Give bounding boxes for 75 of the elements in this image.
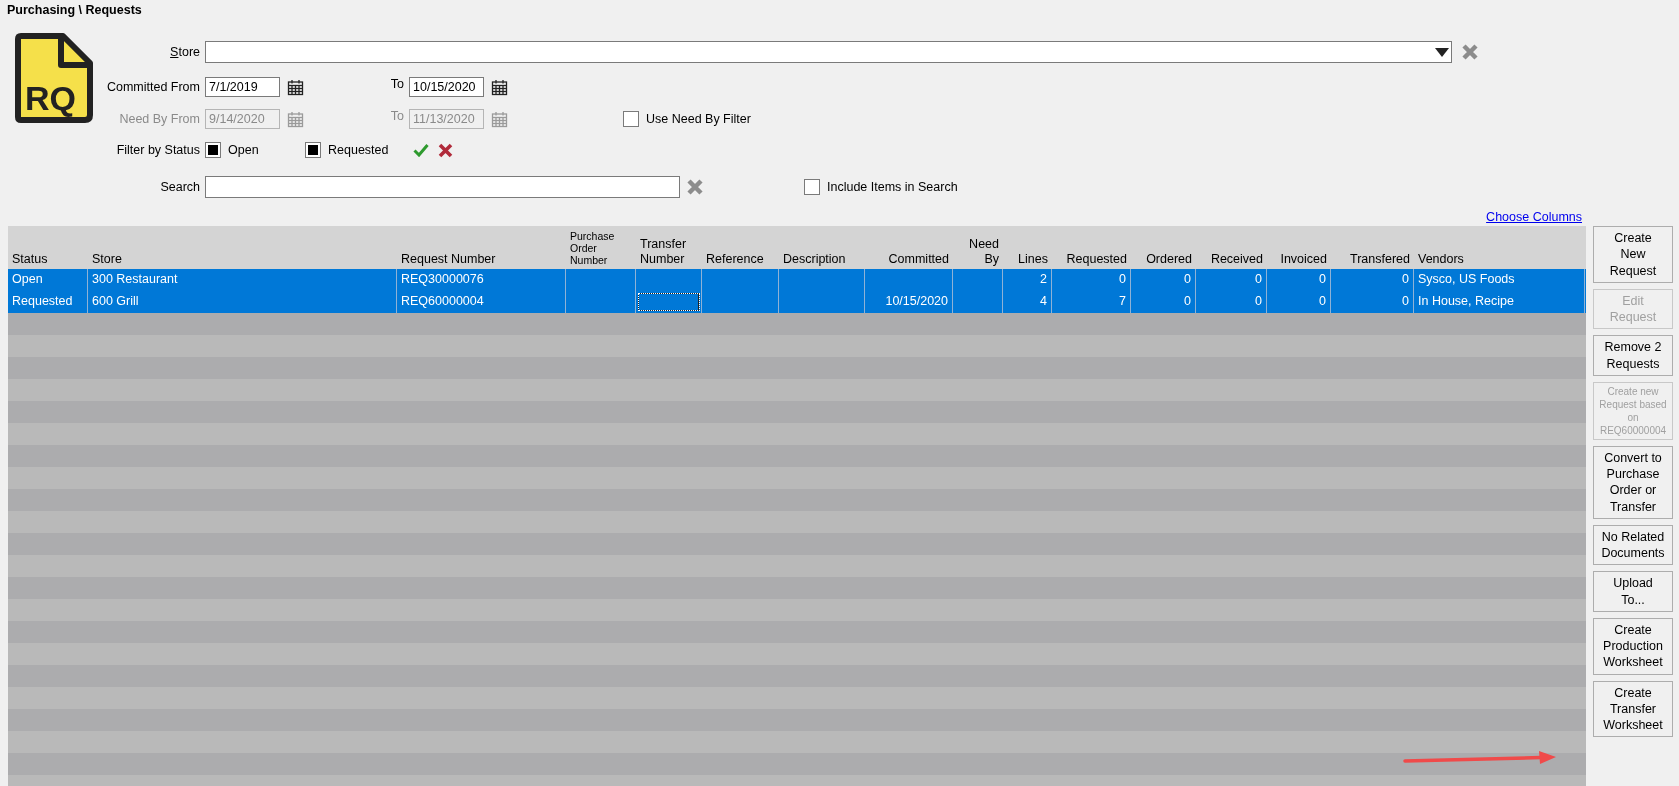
date-label: Committed From — [105, 80, 201, 94]
table-cell: In House, Recipe — [1418, 294, 1514, 308]
column-header[interactable]: Committed — [865, 226, 953, 269]
column-header[interactable]: Purchase Order Number — [566, 226, 636, 269]
table-cell: 0 — [1184, 272, 1191, 286]
checkbox[interactable] — [804, 179, 820, 195]
column-header[interactable]: Need By — [953, 226, 1003, 269]
table-cell: 2 — [1040, 272, 1047, 286]
column-header[interactable]: Lines — [1003, 226, 1052, 269]
table-cell: 4 — [1040, 294, 1047, 308]
table-cell: 0 — [1402, 272, 1409, 286]
action-button[interactable]: Convert to Purchase Order or Transfer — [1593, 445, 1673, 519]
clear-icon[interactable] — [1461, 43, 1479, 61]
column-header[interactable]: Reference — [702, 226, 779, 269]
column-header[interactable]: Vendors — [1414, 226, 1585, 269]
action-button[interactable]: Create New Request — [1593, 226, 1673, 283]
table-cell: 0 — [1319, 294, 1326, 308]
table-cell: 7 — [1119, 294, 1126, 308]
date-field[interactable]: 10/15/2020 — [409, 77, 484, 97]
search-label: Search — [159, 180, 201, 194]
table-cell: Sysco, US Foods — [1418, 272, 1515, 286]
date-field[interactable]: 7/1/2019 — [205, 77, 280, 97]
checkbox-label: Open — [228, 143, 259, 157]
date-label: To — [389, 108, 405, 123]
table-cell: REQ30000076 — [401, 272, 484, 286]
checkbox-label: Use Need By Filter — [646, 112, 751, 126]
column-header[interactable]: Transfer Number — [636, 226, 702, 269]
table-cell: REQ60000004 — [401, 294, 484, 308]
column-header[interactable]: Requested — [1052, 226, 1131, 269]
table-cell: Requested — [12, 294, 73, 308]
clear-icon[interactable] — [686, 178, 704, 196]
action-button[interactable]: No Related Documents — [1593, 524, 1673, 566]
action-button[interactable]: Create Production Worksheet — [1593, 617, 1673, 675]
calendar-icon[interactable] — [287, 78, 304, 96]
checkbox-label: Requested — [328, 143, 389, 157]
date-label: To — [389, 76, 405, 91]
table-cell: 300 Restaurant — [92, 272, 178, 286]
column-header[interactable]: Received — [1196, 226, 1267, 269]
table-cell: 600 Grill — [92, 294, 139, 308]
calendar-icon[interactable] — [491, 78, 508, 96]
checkbox-label: Include Items in Search — [827, 180, 958, 194]
checkbox[interactable] — [305, 142, 321, 158]
table-cell: 0 — [1184, 294, 1191, 308]
column-header[interactable]: Invoiced — [1267, 226, 1331, 269]
checkbox[interactable] — [205, 142, 221, 158]
document-icon: RQ — [15, 33, 93, 123]
date-label: Need By From — [118, 112, 201, 126]
store-label: Store — [169, 45, 201, 59]
checkmark-icon[interactable] — [413, 143, 429, 157]
column-header[interactable]: Request Number — [397, 226, 566, 269]
column-header[interactable]: Ordered — [1131, 226, 1196, 269]
checkbox[interactable] — [623, 111, 639, 127]
close-icon[interactable] — [438, 142, 453, 158]
search-field[interactable] — [205, 176, 680, 198]
choose-columns-link[interactable]: Choose Columns — [1486, 209, 1582, 224]
table-cell: 10/15/2020 — [885, 294, 948, 308]
page-title: Purchasing \ Requests — [6, 2, 143, 19]
table-row[interactable]: Open 300 Restaurant REQ30000076 2 0 0 0 0 0 Sysco, US Foods — [8, 269, 1586, 291]
store-dropdown[interactable] — [205, 41, 1452, 63]
column-header[interactable]: Store — [88, 226, 397, 269]
table-cell: 0 — [1255, 294, 1262, 308]
action-button[interactable]: Create Transfer Worksheet — [1593, 680, 1673, 738]
column-header[interactable]: Transfered — [1331, 226, 1414, 269]
action-button[interactable]: Upload To... — [1593, 571, 1673, 612]
action-button[interactable]: Remove 2 Requests — [1593, 335, 1673, 376]
table-cell: Open — [12, 272, 43, 286]
table-cell: 0 — [1319, 272, 1326, 286]
table-cell: 0 — [1402, 294, 1409, 308]
column-header[interactable]: Status — [8, 226, 88, 269]
table-cell: 0 — [1255, 272, 1262, 286]
column-header[interactable]: Description — [779, 226, 865, 269]
status-filter-label: Filter by Status — [115, 143, 201, 157]
table-row[interactable]: Requested 600 Grill REQ60000004 10/15/2020 4 7 0 0 0 0 In House, Recipe — [8, 291, 1586, 313]
dropdown-caret-icon[interactable] — [1435, 47, 1449, 57]
table-cell: 0 — [1119, 272, 1126, 286]
